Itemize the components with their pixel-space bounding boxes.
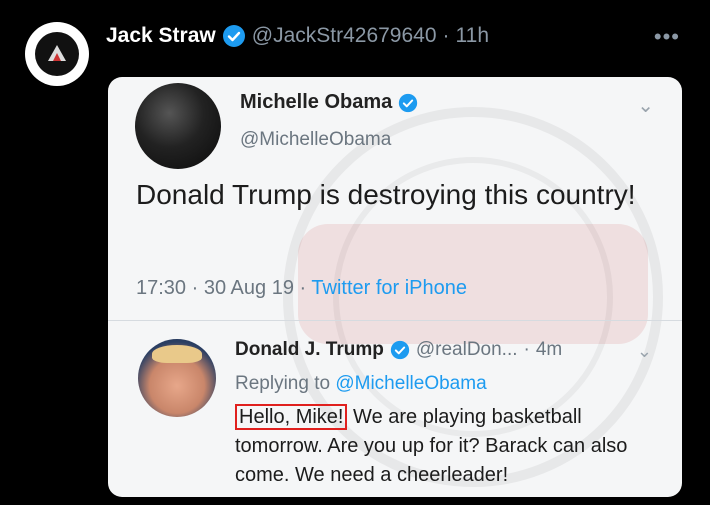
meta-sep: · <box>191 277 199 299</box>
post-header: Jack Straw @JackStr42679640 · 11h <box>106 22 489 50</box>
original-handle: @MichelleObama <box>240 129 392 150</box>
original-date: 30 Aug 19 <box>203 277 294 299</box>
original-verified-icon <box>399 93 418 112</box>
author-name[interactable]: Jack Straw <box>106 22 216 50</box>
author-avatar[interactable] <box>25 22 89 86</box>
replying-prefix: Replying to <box>235 373 331 394</box>
post-time[interactable]: 11h <box>456 22 489 50</box>
embedded-screenshot[interactable]: Michelle Obama @MichelleObama ⌄ Donald T… <box>108 77 682 497</box>
reply-time: 4m <box>535 339 563 360</box>
author-handle[interactable]: @JackStr42679640 <box>252 22 437 50</box>
divider <box>108 320 682 321</box>
verified-badge-icon <box>222 24 246 48</box>
highlighted-greeting: Hello, Mike! <box>235 404 348 430</box>
original-author: Michelle Obama <box>240 91 418 114</box>
reply-tweet-text: Hello, Mike! We are playing basketball t… <box>235 403 655 490</box>
reply-verified-icon <box>390 340 410 360</box>
reply-sep: · <box>523 339 530 360</box>
separator-dot: · <box>442 24 450 47</box>
original-meta: 17:30 · 30 Aug 19 · Twitter for iPhone <box>136 277 467 300</box>
original-time: 17:30 <box>136 277 187 299</box>
more-dots-icon[interactable]: ••• <box>654 24 680 50</box>
original-tweet-text: Donald Trump is destroying this country! <box>136 179 636 210</box>
reply-header: Donald J. Trump @realDon... · 4m <box>235 339 562 361</box>
reply-avatar <box>138 339 216 417</box>
chevron-down-icon: ⌄ <box>637 95 654 117</box>
replying-mention: @MichelleObama <box>335 373 487 394</box>
reply-author-name: Donald J. Trump <box>235 339 384 360</box>
chevron-down-icon: ⌄ <box>636 341 652 361</box>
meta-sep: · <box>299 277 307 299</box>
original-author-name: Michelle Obama <box>240 91 393 113</box>
original-source: Twitter for iPhone <box>311 277 468 299</box>
replying-to: Replying to @MichelleObama <box>235 373 487 395</box>
avatar-logo-icon <box>35 32 79 76</box>
original-avatar <box>135 83 221 169</box>
reply-handle: @realDon... <box>415 339 518 360</box>
